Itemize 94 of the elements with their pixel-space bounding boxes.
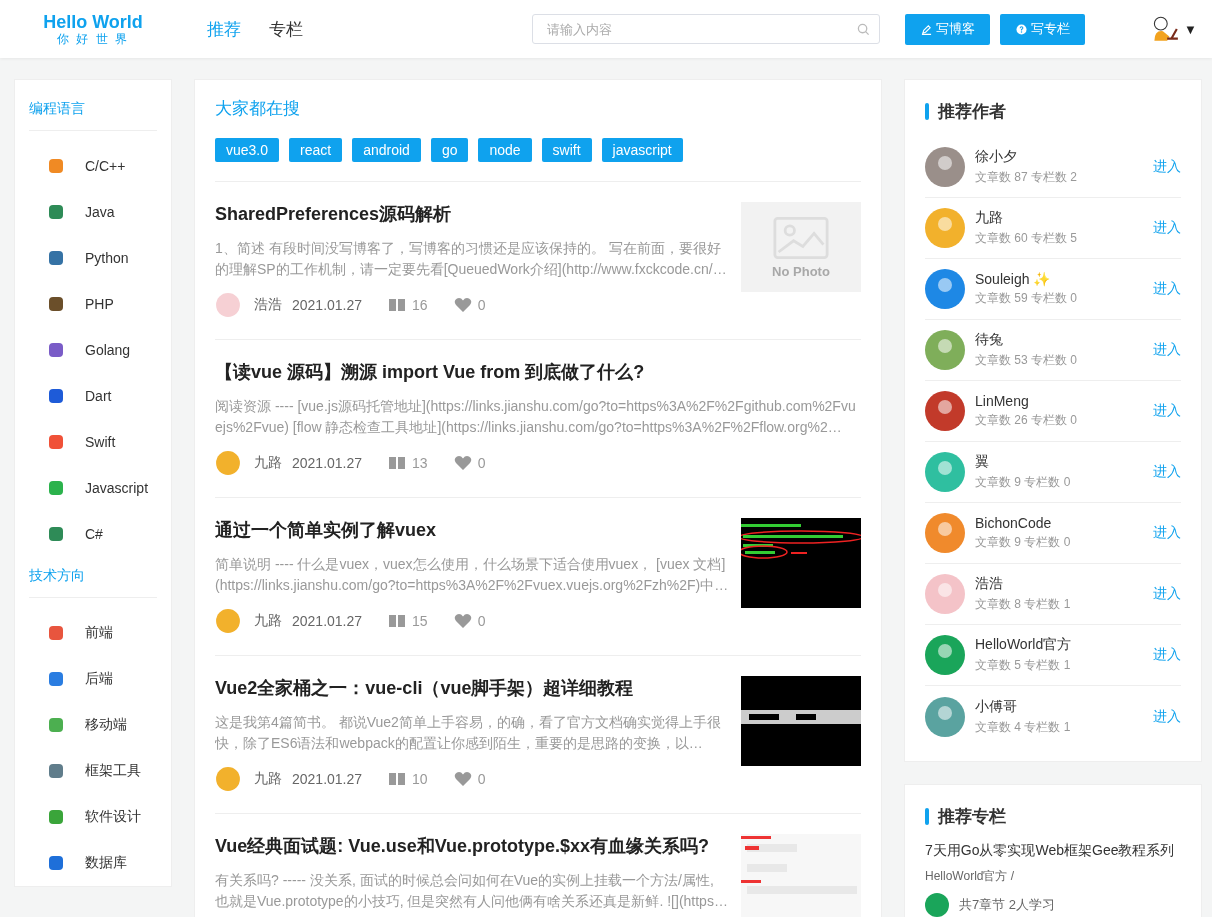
no-photo-label: No Photo — [772, 263, 830, 279]
pencil-icon — [920, 23, 932, 35]
post-date: 2021.01.27 — [292, 613, 363, 629]
author-name[interactable]: 待兔 — [975, 331, 1143, 349]
author-name[interactable]: LinMeng — [975, 393, 1143, 409]
author-name[interactable]: 九路 — [254, 770, 282, 788]
search-field[interactable]: 请输入内容 — [532, 14, 880, 44]
category-item[interactable]: 移动端 — [29, 702, 157, 748]
category-item[interactable]: Swift — [29, 419, 157, 465]
author-avatar[interactable] — [925, 696, 965, 737]
author-stats: 文章数 53 专栏数 0 — [975, 352, 1079, 369]
column-avatar — [925, 893, 949, 917]
book-icon — [388, 298, 407, 312]
heart-icon[interactable] — [453, 613, 472, 629]
article-summary: 有关系吗? ----- 没关系, 面试的时候总会问如何在Vue的实例上挂载一个方法/属性, 也就是Vue.prototype的小技巧, 但是突然有人问他俩有啥关系还真是新鲜. ![](https… — [215, 871, 729, 911]
article-title[interactable]: SharedPreferences源码解析 — [215, 202, 729, 226]
nav-tab[interactable]: 专栏 — [269, 17, 303, 41]
author-stats: 文章数 9 专栏数 0 — [975, 474, 1072, 491]
like-count: 0 — [477, 455, 486, 471]
author-name[interactable]: 九路 — [975, 209, 1143, 227]
author-avatar[interactable] — [925, 452, 965, 492]
author-avatar[interactable] — [925, 147, 965, 187]
category-item[interactable]: 后端 — [29, 656, 157, 702]
category-item[interactable]: Javascript — [29, 465, 157, 511]
like-count: 0 — [477, 771, 486, 787]
post-date: 2021.01.27 — [292, 297, 363, 313]
heart-icon[interactable] — [453, 297, 472, 313]
section-title: 推荐专栏 — [938, 806, 1006, 828]
category-item[interactable]: 软件设计 — [29, 794, 157, 840]
author-name[interactable]: 浩浩 — [254, 296, 282, 314]
article-summary: 阅读资源 ---- [vue.js源码托管地址](https://links.jianshu.com/go?to=https%3A%2F%2Fgithub.com%2Fvuejs%2Fvue) [flow 静态检查工具地址](https://links.jianshu.com/go?to=https%3A%2F%2Fflow.org%2… — [215, 397, 857, 437]
post-date: 2021.01.27 — [292, 455, 363, 471]
heart-icon[interactable] — [453, 771, 472, 787]
category-item[interactable]: Golang — [29, 327, 157, 373]
section-title: 推荐作者 — [938, 101, 1006, 123]
article-title[interactable]: Vue经典面试题: Vue.use和Vue.prototype.$xx有血缘关系吗? — [215, 834, 729, 858]
book-icon — [388, 614, 407, 628]
like-count: 0 — [477, 297, 486, 313]
article-title[interactable]: 通过一个简单实例了解vuex — [215, 518, 729, 542]
post-date: 2021.01.27 — [292, 771, 363, 787]
author-stats: 文章数 8 专栏数 1 — [975, 596, 1072, 613]
category-item[interactable]: 框架工具 — [29, 748, 157, 794]
author-name[interactable]: 徐小夕 — [975, 148, 1143, 166]
author-name[interactable]: Souleigh ✨ — [975, 271, 1143, 287]
author-name[interactable]: 浩浩 — [975, 575, 1143, 593]
author-stats: 文章数 26 专栏数 0 — [975, 412, 1079, 429]
like-count: 0 — [477, 613, 486, 629]
author-name[interactable]: 翼 — [975, 453, 1143, 471]
caret-icon[interactable]: ▼ — [1184, 21, 1197, 37]
heart-icon[interactable] — [453, 455, 472, 471]
category-item[interactable]: 数据库 — [29, 840, 157, 886]
article-title[interactable]: Vue2全家桶之一：vue-cli（vue脚手架）超详细教程 — [215, 676, 729, 700]
hot-search-title: 大家都在搜 — [215, 98, 301, 120]
author-avatar[interactable] — [925, 269, 965, 309]
author-name[interactable]: 九路 — [254, 612, 282, 630]
read-count: 13 — [412, 455, 428, 471]
read-count: 15 — [412, 613, 428, 629]
logo-subtitle: 你 好 世 界 — [57, 32, 129, 46]
author-avatar[interactable] — [925, 330, 965, 370]
category-item[interactable]: C# — [29, 511, 157, 557]
author-stats: 文章数 4 专栏数 1 — [975, 718, 1072, 736]
book-icon — [388, 772, 407, 786]
author-stats: 文章数 5 专栏数 1 — [975, 657, 1072, 674]
category-item[interactable]: Dart — [29, 373, 157, 419]
column-author[interactable]: HelloWorld官方 / — [925, 868, 1181, 885]
author-name[interactable]: BichonCode — [975, 515, 1143, 531]
article-title[interactable]: 【读vue 源码】溯源 import Vue from 到底做了什么? — [215, 360, 861, 384]
column-title[interactable]: 7天用Go从零实现Web框架Gee教程系列 — [925, 842, 1181, 860]
category-item[interactable]: 前端 — [29, 610, 157, 656]
section-title: 技术方向 — [29, 557, 157, 598]
author-name[interactable]: 九路 — [254, 454, 282, 472]
author-avatar[interactable] — [925, 635, 965, 675]
author-stats: 文章数 60 专栏数 5 — [975, 230, 1079, 247]
book-icon — [388, 456, 407, 470]
author-stats: 文章数 87 专栏数 2 — [975, 169, 1079, 186]
author-name[interactable]: HelloWorld官方 — [975, 636, 1143, 654]
category-item[interactable]: PHP — [29, 281, 157, 327]
author-stats: 文章数 59 专栏数 0 — [975, 290, 1079, 307]
author-stats: 文章数 9 专栏数 0 — [975, 534, 1072, 551]
author-avatar[interactable] — [925, 513, 965, 553]
category-item[interactable]: C/C++ — [29, 143, 157, 189]
author-name[interactable]: 小傅哥 — [975, 697, 1143, 716]
read-count: 10 — [412, 771, 428, 787]
column-info: 共7章节 2人学习 — [959, 896, 1056, 914]
category-item[interactable]: Python — [29, 235, 157, 281]
help-icon — [1015, 23, 1027, 35]
section-title: 编程语言 — [29, 90, 157, 131]
article-summary: 1、简述 有段时间没写博客了，写博客的习惯还是应该保持的。 写在前面，要很好的理解SP的工作机制，请一定要先看[QueuedWork介绍](http://www.fxckcode.cn/… — [215, 239, 728, 279]
article-summary: 这是我第4篇简书。 都说Vue2简单上手容易，的确，看了官方文档确实觉得上手很快，除了ES6语法和webpack的配置让你感到陌生，重要的是思路的变换，以… — [215, 713, 722, 753]
category-item[interactable]: Java — [29, 189, 157, 235]
read-count: 16 — [412, 297, 428, 313]
author-avatar[interactable] — [925, 391, 965, 431]
search-icon — [857, 23, 870, 36]
article-summary: 简单说明 ---- 什么是vuex，vuex怎么使用，什么场景下适合使用vuex， [vuex 文档](https://links.jianshu.com/go?to=https%3A%2F%2Fvuex.vuejs.org%2Fzh%2F)中… — [215, 555, 729, 595]
